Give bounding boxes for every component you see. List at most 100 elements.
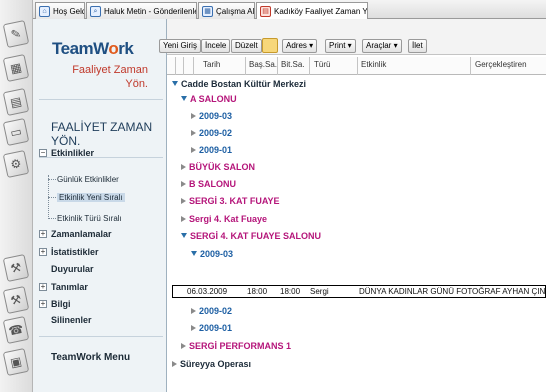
tab-label: Haluk Metin - Gönderilenler	[104, 6, 197, 16]
tab-workspace[interactable]: ▦ Çalışma Alanı ×	[198, 2, 255, 19]
tree-item-istatistikler[interactable]: İstatistikler	[51, 247, 99, 257]
collapsed-icon	[181, 180, 186, 187]
tools-icon[interactable]: ⚒	[2, 285, 30, 315]
teamwork-logo: TeamWork	[52, 39, 134, 58]
tree-connector	[48, 197, 56, 198]
collapsed-icon	[191, 146, 196, 153]
table-row[interactable]: 06.03.2009 18:00 18:00 Sergi DÜNYA KADIN…	[172, 285, 546, 298]
expand-icon[interactable]: +	[39, 248, 47, 256]
column-bas-saati[interactable]: Baş.Sa.	[249, 60, 277, 69]
category-row-sureyya-operasi[interactable]: Süreyya Operası	[172, 357, 251, 370]
folder-icon[interactable]	[262, 38, 278, 53]
print-menu-button[interactable]: Print ▾	[325, 39, 356, 53]
view-pane: Yeni Giriş İncele Düzelt Adres ▾ Print ▾…	[159, 19, 546, 392]
column-divider	[470, 57, 471, 75]
app-subtitle-line-1: Faaliyet Zaman	[72, 64, 148, 76]
category-row-2009-01[interactable]: 2009-01	[191, 321, 232, 334]
collapsed-icon	[191, 324, 196, 331]
column-tarih[interactable]: Tarih	[203, 60, 220, 69]
cell-activity: DÜNYA KADINLAR GÜNÜ FOTOĞRAF AYHAN ÇINEI	[359, 287, 546, 296]
folder-icon[interactable]: ▣	[2, 347, 30, 377]
calendar-icon[interactable]: ▦	[2, 53, 30, 83]
action-toolbar: Yeni Giriş İncele Düzelt Adres ▾ Print ▾…	[159, 19, 546, 55]
category-row-sergi-4-kat-fuaye[interactable]: Sergi 4. Kat Fuaye	[181, 212, 267, 225]
column-header: Tarih Baş.Sa. Bit.Sa. Türü Etkinlik Gerç…	[167, 57, 546, 75]
cell-start-time: 18:00	[247, 287, 268, 296]
category-row-2009-02[interactable]: 2009-02	[191, 304, 232, 317]
tree-item-etkinlik-turu-sirali[interactable]: Etkinlik Türü Sıralı	[57, 214, 122, 223]
tools-menu-button[interactable]: Araçlar ▾	[362, 39, 402, 53]
column-divider	[175, 57, 176, 75]
tab-sent-mail[interactable]: ⌕ Haluk Metin - Gönderilenler ×	[86, 2, 197, 19]
divider	[39, 336, 163, 337]
search-icon: ⌕	[90, 5, 101, 17]
tree-item-bilgi[interactable]: Bilgi	[51, 299, 71, 309]
collapsed-icon	[191, 129, 196, 136]
category-row-2009-01[interactable]: 2009-01	[191, 143, 232, 156]
column-etkinlik[interactable]: Etkinlik	[361, 60, 386, 69]
review-button[interactable]: İncele	[201, 39, 231, 53]
tab-activity-manager[interactable]: ▤ Kadıköy Faaliyet Zaman Yöneti... ×	[256, 2, 368, 20]
collapsed-icon	[172, 360, 177, 367]
category-row-sergi-4-kat-salonu[interactable]: SERGİ 4. KAT FUAYE SALONU	[181, 229, 321, 242]
collapsed-icon	[191, 307, 196, 314]
collapsed-icon	[181, 197, 186, 204]
collapse-icon[interactable]: −	[39, 149, 47, 157]
forward-button[interactable]: İlet	[408, 39, 427, 53]
expanded-icon	[181, 96, 187, 101]
tab-label: Hoş Geldiniz	[53, 6, 85, 16]
new-entry-button[interactable]: Yeni Giriş	[159, 39, 201, 53]
tree-connector	[48, 179, 56, 180]
column-gerceklestiren[interactable]: Gerçekleştiren	[475, 60, 527, 69]
category-row-a-salonu[interactable]: A SALONU	[181, 92, 237, 105]
expand-icon[interactable]: +	[39, 230, 47, 238]
navigation-sidebar: TeamWork Faaliyet Zaman Yön. FAALİYET ZA…	[33, 19, 167, 392]
tree-item-etkinlikler[interactable]: Etkinlikler	[51, 148, 94, 158]
category-row-2009-03[interactable]: 2009-03	[191, 247, 233, 260]
column-divider	[183, 57, 184, 75]
database-title-line-1: FAALİYET ZAMAN	[51, 120, 153, 134]
tab-bar: ⌂ Hoş Geldiniz ⌕ Haluk Metin - Gönderile…	[33, 0, 546, 20]
phone-icon[interactable]: ☎	[2, 315, 30, 345]
collapsed-icon	[181, 342, 186, 349]
column-turu[interactable]: Türü	[314, 60, 330, 69]
collapsed-icon	[181, 215, 186, 222]
tree-item-duyurular[interactable]: Duyurular	[51, 264, 94, 274]
tab-welcome[interactable]: ⌂ Hoş Geldiniz	[35, 2, 85, 19]
notes-icon[interactable]: ✎	[2, 19, 30, 49]
tree-item-zamanlamalar[interactable]: Zamanlamalar	[51, 229, 112, 239]
column-divider	[277, 57, 278, 75]
column-divider	[309, 57, 310, 75]
cell-date: 06.03.2009	[187, 287, 228, 296]
tree-item-etkinlik-yeni-sirali[interactable]: Etkinlik Yeni Sıralı	[57, 193, 125, 202]
expand-icon[interactable]: +	[39, 283, 47, 291]
tab-label: Çalışma Alanı	[216, 6, 255, 16]
category-row-buyuk-salon[interactable]: BÜYÜK SALON	[181, 160, 255, 173]
tree-item-gunluk-etkinlikler[interactable]: Günlük Etkinlikler	[57, 175, 119, 184]
tree-item-silinenler[interactable]: Silinenler	[51, 315, 92, 325]
address-menu-button[interactable]: Adres ▾	[282, 39, 318, 53]
tab-label: Kadıköy Faaliyet Zaman Yöneti...	[274, 7, 368, 16]
workspace-icon: ▦	[202, 5, 213, 17]
category-row-sergi-performans[interactable]: SERGİ PERFORMANS 1	[181, 339, 291, 352]
app-launcher-bar: ✎ ▦ ▤ ▭ ⚙ ⚒ ⚒ ☎ ▣	[0, 0, 33, 392]
collapsed-icon	[181, 163, 186, 170]
category-row-2009-03[interactable]: 2009-03	[191, 109, 232, 122]
edit-button[interactable]: Düzelt	[231, 39, 262, 53]
tools-icon[interactable]: ⚒	[2, 253, 30, 283]
gear-icon[interactable]: ⚙	[2, 149, 30, 179]
divider	[39, 99, 163, 100]
expand-icon[interactable]: +	[39, 300, 47, 308]
expanded-icon	[191, 251, 197, 256]
category-row-cadde-bostan[interactable]: Cadde Bostan Kültür Merkezi	[172, 77, 306, 90]
clipboard-icon[interactable]: ▤	[2, 87, 30, 117]
column-divider	[357, 57, 358, 75]
teamwork-menu-link[interactable]: TeamWork Menu	[51, 352, 130, 363]
database-title-line-2: YÖN.	[51, 134, 81, 148]
tree-item-tanimlar[interactable]: Tanımlar	[51, 282, 88, 292]
document-icon[interactable]: ▭	[2, 117, 30, 147]
category-row-b-salonu[interactable]: B SALONU	[181, 177, 236, 190]
category-row-2009-02[interactable]: 2009-02	[191, 126, 232, 139]
category-row-sergi-3-kat[interactable]: SERGİ 3. KAT FUAYE	[181, 194, 280, 207]
column-bit-saati[interactable]: Bit.Sa.	[281, 60, 305, 69]
